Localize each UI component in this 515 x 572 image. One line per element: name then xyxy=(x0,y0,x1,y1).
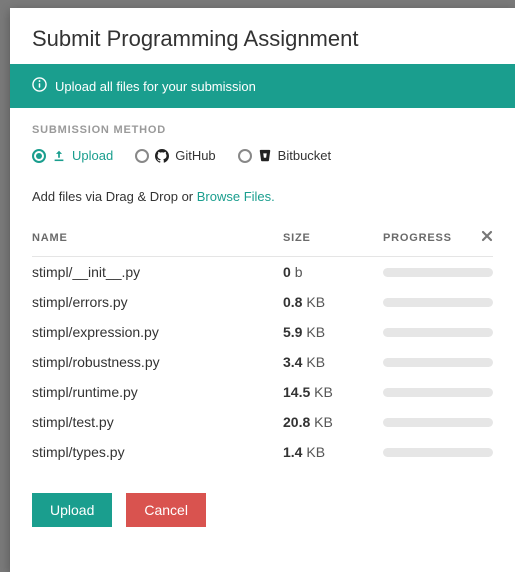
dropzone-prefix: Add files via Drag & Drop or xyxy=(32,189,197,204)
file-name: stimpl/errors.py xyxy=(32,294,283,310)
info-banner: Upload all files for your submission xyxy=(10,64,515,108)
method-label: GitHub xyxy=(175,148,215,163)
progress-bar xyxy=(383,268,493,277)
file-name: stimpl/runtime.py xyxy=(32,384,283,400)
section-label: SUBMISSION METHOD xyxy=(32,124,493,136)
radio-icon xyxy=(135,149,149,163)
file-name: stimpl/test.py xyxy=(32,414,283,430)
banner-text: Upload all files for your submission xyxy=(55,79,256,94)
file-row: stimpl/runtime.py 14.5 KB xyxy=(32,377,493,407)
file-name: stimpl/types.py xyxy=(32,444,283,460)
file-size: 20.8 KB xyxy=(283,414,383,430)
upload-icon xyxy=(52,149,66,163)
modal-header: Submit Programming Assignment xyxy=(10,8,515,64)
method-github-radio[interactable]: GitHub xyxy=(135,148,215,163)
col-name-header: NAME xyxy=(32,232,283,244)
method-radio-group: Upload GitHub Bitbucket xyxy=(32,148,493,163)
file-size: 3.4 KB xyxy=(283,354,383,370)
cancel-button[interactable]: Cancel xyxy=(126,493,206,527)
method-upload-radio[interactable]: Upload xyxy=(32,148,113,163)
progress-bar xyxy=(383,418,493,427)
file-name: stimpl/robustness.py xyxy=(32,354,283,370)
radio-icon xyxy=(238,149,252,163)
file-name: stimpl/expression.py xyxy=(32,324,283,340)
file-size: 1.4 KB xyxy=(283,444,383,460)
progress-label: PROGRESS xyxy=(383,232,452,244)
upload-button[interactable]: Upload xyxy=(32,493,112,527)
info-icon xyxy=(32,77,47,95)
progress-bar xyxy=(383,358,493,367)
col-progress-header: PROGRESS xyxy=(383,229,493,247)
file-row: stimpl/types.py 1.4 KB xyxy=(32,437,493,467)
progress-bar xyxy=(383,448,493,457)
file-row: stimpl/robustness.py 3.4 KB xyxy=(32,347,493,377)
modal-actions: Upload Cancel xyxy=(10,467,515,549)
file-size: 5.9 KB xyxy=(283,324,383,340)
col-size-header: SIZE xyxy=(283,232,383,244)
method-label: Bitbucket xyxy=(278,148,331,163)
progress-bar xyxy=(383,388,493,397)
file-row: stimpl/errors.py 0.8 KB xyxy=(32,287,493,317)
bitbucket-icon xyxy=(258,149,272,163)
progress-bar xyxy=(383,298,493,307)
github-icon xyxy=(155,149,169,163)
progress-bar xyxy=(383,328,493,337)
file-name: stimpl/__init__.py xyxy=(32,264,283,280)
file-size: 0.8 KB xyxy=(283,294,383,310)
method-label: Upload xyxy=(72,148,113,163)
clear-all-icon[interactable] xyxy=(481,229,493,247)
file-row: stimpl/test.py 20.8 KB xyxy=(32,407,493,437)
file-row: stimpl/__init__.py 0 b xyxy=(32,257,493,287)
file-row: stimpl/expression.py 5.9 KB xyxy=(32,317,493,347)
file-table: NAME SIZE PROGRESS stimpl/__init__.py 0 … xyxy=(32,222,493,467)
dropzone-text: Add files via Drag & Drop or Browse File… xyxy=(32,189,493,204)
submit-modal: Submit Programming Assignment Upload all… xyxy=(10,8,515,572)
file-table-header: NAME SIZE PROGRESS xyxy=(32,222,493,257)
modal-title: Submit Programming Assignment xyxy=(32,26,493,52)
method-bitbucket-radio[interactable]: Bitbucket xyxy=(238,148,331,163)
browse-files-link[interactable]: Browse Files. xyxy=(197,189,275,204)
file-size: 0 b xyxy=(283,264,383,280)
submission-method-section: SUBMISSION METHOD Upload GitHub xyxy=(10,108,515,467)
file-size: 14.5 KB xyxy=(283,384,383,400)
radio-icon xyxy=(32,149,46,163)
